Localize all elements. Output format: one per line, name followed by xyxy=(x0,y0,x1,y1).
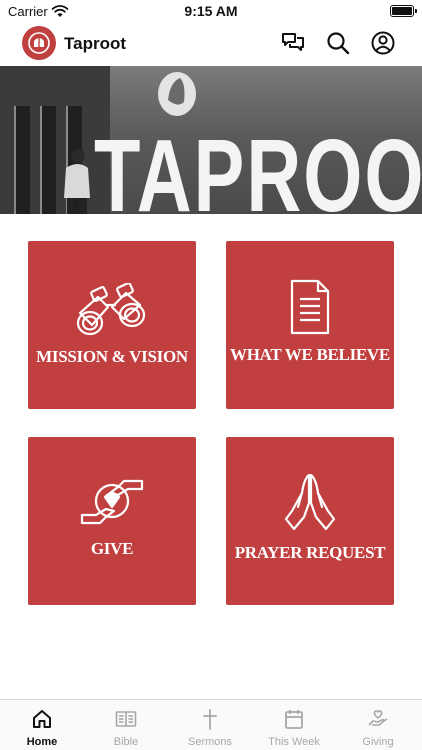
storefront-window xyxy=(14,106,30,214)
praying-hands-icon-wrap xyxy=(226,471,394,533)
tile-label: WHAT WE BELIEVE xyxy=(230,345,390,364)
feature-grid: MISSION & VISION WHAT WE BELIEVE GIVE PR… xyxy=(28,241,394,605)
hero-sign-text: TAPROOT xyxy=(94,119,422,214)
tile-label: MISSION & VISION xyxy=(36,347,188,366)
bottom-tab-bar: Home Bible Sermons This Week Giving xyxy=(0,699,422,750)
chat-button[interactable] xyxy=(280,30,306,56)
app-title: Taproot xyxy=(64,34,127,53)
storefront-window xyxy=(40,106,56,214)
calendar-icon xyxy=(285,710,303,729)
tab-label: Sermons xyxy=(187,736,233,748)
cross-icon xyxy=(203,709,217,730)
heart-hand-icon-wrap xyxy=(336,708,420,730)
tile-label: GIVE xyxy=(90,539,134,558)
tab-giving[interactable]: Giving xyxy=(336,700,420,750)
status-bar: Carrier 9:15 AM xyxy=(0,0,422,24)
tab-label: This Week xyxy=(268,736,320,748)
church-logo[interactable] xyxy=(22,26,56,60)
praying-hands-icon xyxy=(284,473,336,531)
tab-bible[interactable]: Bible xyxy=(84,700,168,750)
heart-hand-icon xyxy=(368,710,388,726)
account-icon xyxy=(371,31,395,55)
giving-hands-icon-wrap xyxy=(28,475,196,529)
tab-label: Bible xyxy=(113,736,139,748)
binoculars-icon xyxy=(76,283,146,336)
account-button[interactable] xyxy=(370,30,396,56)
prayer-request-tile[interactable]: PRAYER REQUEST xyxy=(226,437,394,605)
mission-vision-tile[interactable]: MISSION & VISION xyxy=(28,241,196,409)
battery-icon xyxy=(390,5,417,17)
sign-logo-icon xyxy=(158,72,196,116)
tile-label: PRAYER REQUEST xyxy=(234,543,386,562)
what-we-believe-tile[interactable]: WHAT WE BELIEVE xyxy=(226,241,394,409)
person-figure xyxy=(64,149,90,214)
search-icon xyxy=(327,32,350,55)
document-icon xyxy=(290,279,330,335)
tab-label: Home xyxy=(26,736,58,748)
tab-sermons[interactable]: Sermons xyxy=(168,700,252,750)
giving-hands-icon xyxy=(80,479,144,525)
tab-this-week[interactable]: This Week xyxy=(252,700,336,750)
tab-label: Giving xyxy=(362,736,394,748)
document-icon-wrap xyxy=(226,279,394,335)
home-icon xyxy=(33,710,51,728)
status-time: 9:15 AM xyxy=(184,3,238,19)
hero-banner-image: TAPROOT xyxy=(0,66,422,214)
bible-icon xyxy=(115,711,137,727)
app-header: Taproot xyxy=(0,24,422,66)
give-tile[interactable]: GIVE xyxy=(28,437,196,605)
logo-mark-icon xyxy=(28,32,50,54)
calendar-icon-wrap xyxy=(252,708,336,730)
binoculars-icon-wrap xyxy=(28,283,196,337)
cross-icon-wrap xyxy=(168,708,252,730)
chat-icon xyxy=(282,33,304,51)
tab-home[interactable]: Home xyxy=(0,700,84,750)
bible-icon-wrap xyxy=(84,708,168,730)
search-button[interactable] xyxy=(325,30,351,56)
home-icon-wrap xyxy=(0,708,84,730)
